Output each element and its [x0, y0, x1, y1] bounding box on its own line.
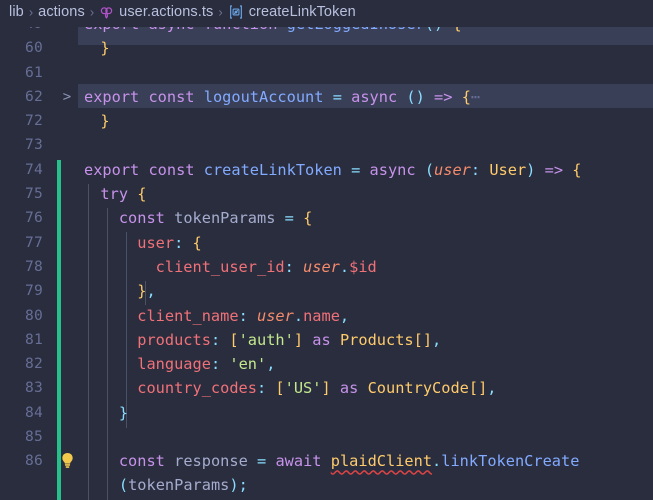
- code-line[interactable]: 73: [0, 133, 653, 157]
- code-text: client_name: user.name,: [82, 306, 350, 325]
- code-line[interactable]: 83 country_codes: ['US'] as CountryCode[…: [0, 376, 653, 400]
- code-editor[interactable]: 49 > export async function getLoggedInUs…: [0, 24, 653, 500]
- code-text: }: [82, 112, 110, 131]
- code-line[interactable]: 81 products: ['auth'] as Products[],: [0, 328, 653, 352]
- code-text: user: {: [82, 233, 202, 252]
- symbol-variable-icon: [228, 4, 244, 20]
- code-line[interactable]: 77 user: {: [0, 231, 653, 255]
- breadcrumb-item-actions[interactable]: actions: [38, 4, 85, 20]
- code-line[interactable]: 75 try {: [0, 182, 653, 206]
- code-text: (tokenParams);: [82, 475, 248, 494]
- code-text: },: [82, 282, 156, 301]
- code-line[interactable]: 79 },: [0, 279, 653, 303]
- line-number: 61: [25, 63, 43, 81]
- breadcrumb: lib › actions › user.actions.ts › create…: [0, 0, 653, 24]
- code-line[interactable]: 85: [0, 425, 653, 449]
- code-text: export const createLinkToken = async (us…: [84, 160, 582, 179]
- line-number: 80: [25, 306, 43, 324]
- code-line[interactable]: 61: [0, 61, 653, 85]
- code-line[interactable]: 76 const tokenParams = {: [0, 206, 653, 230]
- code-text: }: [82, 403, 129, 422]
- breadcrumb-separator: ›: [28, 4, 34, 19]
- line-number: 82: [25, 355, 43, 373]
- git-change-bar: [57, 160, 61, 500]
- breadcrumb-item-lib[interactable]: lib: [9, 4, 24, 20]
- line-number: 84: [25, 403, 43, 421]
- line-number: 72: [25, 112, 43, 130]
- line-number: 78: [25, 257, 43, 275]
- code-text: const tokenParams = {: [82, 209, 313, 228]
- line-number: 86: [25, 452, 43, 470]
- code-line-continuation[interactable]: (tokenParams);: [0, 474, 653, 496]
- line-number: 76: [25, 209, 43, 227]
- code-line[interactable]: 74 export const createLinkToken = async …: [0, 158, 653, 182]
- code-line[interactable]: 86 const response = await plaidClient.li…: [0, 449, 653, 473]
- code-line[interactable]: 62 > export const logoutAccount = async …: [0, 85, 653, 109]
- line-number: 85: [25, 428, 43, 446]
- code-line[interactable]: 82 language: 'en',: [0, 352, 653, 376]
- line-number: 83: [25, 379, 43, 397]
- breadcrumb-separator: ›: [89, 4, 95, 19]
- line-number: 79: [25, 282, 43, 300]
- typescript-file-icon: [99, 5, 114, 20]
- line-number: 60: [25, 39, 43, 57]
- breadcrumb-item-file[interactable]: user.actions.ts: [119, 4, 213, 20]
- breadcrumb-item-symbol[interactable]: createLinkToken: [249, 4, 356, 20]
- code-text: language: 'en',: [82, 355, 276, 374]
- code-text: export const logoutAccount = async () =>…: [84, 87, 481, 106]
- line-number: 77: [25, 233, 43, 251]
- line-number: 73: [25, 136, 43, 154]
- code-line[interactable]: 78 client_user_id: user.$id: [0, 255, 653, 279]
- code-text: country_codes: ['US'] as CountryCode[],: [82, 379, 497, 398]
- code-line[interactable]: 80 client_name: user.name,: [0, 304, 653, 328]
- code-text: }: [82, 39, 110, 58]
- code-text: try {: [82, 185, 147, 204]
- line-number: 75: [25, 185, 43, 203]
- code-text: const response = await plaidClient.linkT…: [82, 452, 580, 471]
- line-number: 74: [25, 160, 43, 178]
- code-text: products: ['auth'] as Products[],: [82, 330, 442, 349]
- top-clip-mask: [0, 24, 653, 27]
- code-text: client_user_id: user.$id: [82, 257, 377, 276]
- line-number: 81: [25, 330, 43, 348]
- line-number: 62: [25, 87, 43, 105]
- code-line[interactable]: 84 }: [0, 401, 653, 425]
- breadcrumb-separator: ›: [218, 4, 223, 19]
- code-line[interactable]: 60 }: [0, 36, 653, 60]
- code-line[interactable]: 72 }: [0, 109, 653, 133]
